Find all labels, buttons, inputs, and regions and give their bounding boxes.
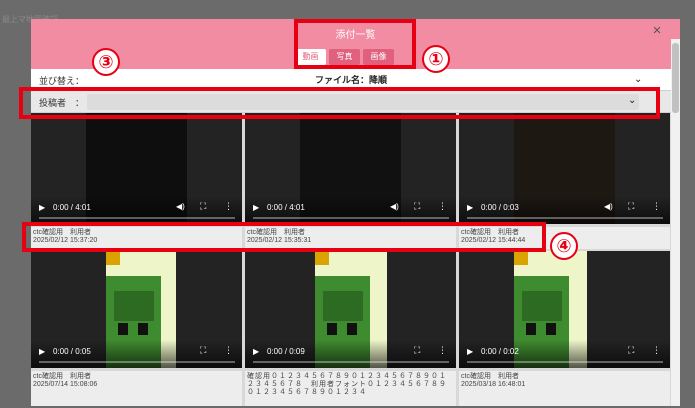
annotation-number-3: ③ <box>92 48 120 76</box>
fullscreen-icon[interactable]: ⛶ <box>200 201 206 212</box>
video-time: 0:00 / 0:09 <box>267 347 305 356</box>
poster-name: ctc確認用 利用者 <box>33 373 91 380</box>
video-player[interactable]: ▶ 0:00 / 0:09 ⛶ ⋮ <box>245 251 456 368</box>
video-progress[interactable] <box>467 217 663 219</box>
video-player[interactable]: ▶ 0:00 / 0:02 ⛶ ⋮ <box>459 251 670 368</box>
scrollbar-thumb[interactable] <box>672 43 679 113</box>
more-options-icon[interactable]: ⋮ <box>652 201 661 212</box>
fullscreen-icon[interactable]: ⛶ <box>414 201 420 212</box>
play-icon[interactable]: ▶ <box>253 347 259 356</box>
fullscreen-icon[interactable]: ⛶ <box>414 345 420 356</box>
video-player[interactable]: ▶ 0:00 / 0:05 ⛶ ⋮ <box>31 251 242 368</box>
volume-icon[interactable]: ◀) <box>176 202 185 211</box>
video-meta: ctc確認用 利用者 2025/07/14 15:08:06 <box>31 371 242 406</box>
close-icon[interactable]: × <box>648 22 666 40</box>
video-player[interactable]: ▶ 0:00 / 4:01 ◀) ⛶ ⋮ <box>31 113 242 224</box>
sort-value: ファイル名：降順 <box>314 75 387 85</box>
scrollbar[interactable] <box>671 39 680 406</box>
more-options-icon[interactable]: ⋮ <box>438 345 447 356</box>
more-options-icon[interactable]: ⋮ <box>224 201 233 212</box>
video-time: 0:00 / 0:05 <box>53 347 91 356</box>
video-progress[interactable] <box>253 361 449 363</box>
video-time: 0:00 / 4:01 <box>267 203 305 212</box>
fullscreen-icon[interactable]: ⛶ <box>200 345 206 356</box>
video-meta: 確認用０１２３４５６７８９０１２３４５６７８９０１２３４５６７８ 利用者フォント… <box>245 371 456 406</box>
video-player[interactable]: ▶ 0:00 / 0:03 ◀) ⛶ ⋮ <box>459 113 670 224</box>
video-time: 0:00 / 0:02 <box>481 347 519 356</box>
video-player[interactable]: ▶ 0:00 / 4:01 ◀) ⛶ ⋮ <box>245 113 456 224</box>
video-meta: ctc確認用 利用者 2025/03/18 16:48:01 <box>459 371 670 406</box>
annotation-number-1: ① <box>422 45 450 73</box>
play-icon[interactable]: ▶ <box>39 203 45 212</box>
annotation-box-1 <box>294 19 416 69</box>
video-progress[interactable] <box>39 217 235 219</box>
poster-name: ctc確認用 利用者 <box>461 373 519 380</box>
video-time: 0:00 / 0:03 <box>481 203 519 212</box>
volume-icon[interactable]: ◀) <box>390 202 399 211</box>
play-icon[interactable]: ▶ <box>39 347 45 356</box>
video-grid: ▶ 0:00 / 4:01 ◀) ⛶ ⋮ ctc確認用 利用者 2025/02/… <box>31 113 671 406</box>
attachment-modal: 添付一覧 動画 写真 画像 × 並び替え： ファイル名：降順 ⌄ 投稿者 ： ⌄… <box>31 19 680 406</box>
video-progress[interactable] <box>39 361 235 363</box>
post-datetime: 2025/03/18 16:48:01 <box>461 381 526 388</box>
poster-name: 確認用０１２３４５６７８９０１２３４５６７８９０１２３４５６７８ 利用者フォント… <box>247 373 447 396</box>
play-icon[interactable]: ▶ <box>253 203 259 212</box>
volume-icon[interactable]: ◀) <box>604 202 613 211</box>
annotation-box-4 <box>22 222 546 252</box>
chevron-down-icon: ⌄ <box>634 74 643 85</box>
more-options-icon[interactable]: ⋮ <box>438 201 447 212</box>
more-options-icon[interactable]: ⋮ <box>652 345 661 356</box>
more-options-icon[interactable]: ⋮ <box>224 345 233 356</box>
play-icon[interactable]: ▶ <box>467 203 473 212</box>
video-time: 0:00 / 4:01 <box>53 203 91 212</box>
fullscreen-icon[interactable]: ⛶ <box>628 345 634 356</box>
annotation-number-4: ④ <box>550 232 578 260</box>
post-datetime: 2025/07/14 15:08:06 <box>33 381 98 388</box>
play-icon[interactable]: ▶ <box>467 347 473 356</box>
fullscreen-icon[interactable]: ⛶ <box>628 201 634 212</box>
video-progress[interactable] <box>253 217 449 219</box>
video-progress[interactable] <box>467 361 663 363</box>
annotation-box-3 <box>19 87 660 119</box>
